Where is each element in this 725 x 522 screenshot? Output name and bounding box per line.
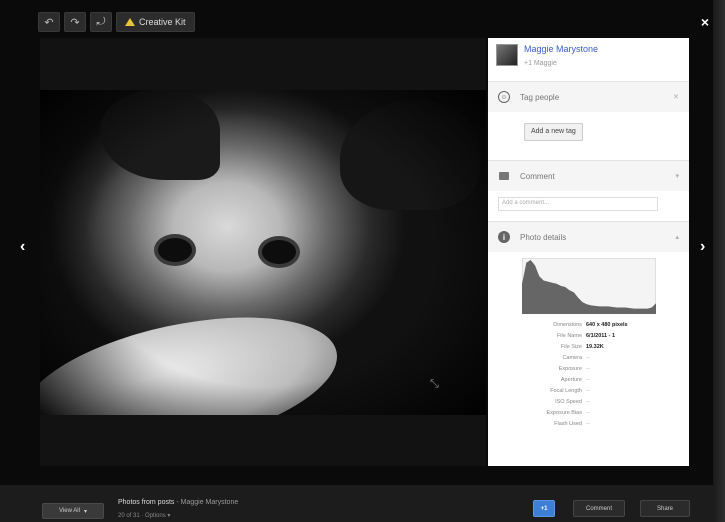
view-all-label: View All (59, 508, 80, 514)
album-owner[interactable]: Maggie Marystone (181, 499, 239, 506)
comment-section: Comment ▾ Add a comment... (488, 161, 689, 222)
detail-row: Camera -- (488, 353, 689, 364)
rotate-icon: ⤾ (96, 15, 106, 28)
redo-button[interactable]: ↷ (64, 12, 86, 32)
comment-icon (498, 170, 510, 182)
creative-kit-icon (125, 18, 135, 26)
frame-edge (713, 0, 725, 522)
detail-value: -- (586, 377, 590, 383)
tag-people-title: Tag people (520, 92, 560, 102)
bottom-bar: View All ▾ Photos from posts - Maggie Ma… (0, 485, 713, 522)
undo-button[interactable]: ↶ (38, 12, 60, 32)
info-panel: Maggie Marystone +1 Maggie ☺ Tag people … (488, 38, 689, 466)
next-photo-icon[interactable]: › (700, 238, 705, 256)
comment-title: Comment (520, 171, 555, 181)
comment-header[interactable]: Comment ▾ (488, 161, 689, 191)
photo-counter[interactable]: 20 of 31 · Options ▾ (118, 512, 170, 519)
previous-photo-icon[interactable]: ‹ (20, 238, 25, 256)
collapse-icon: ▴ (675, 234, 679, 241)
owner-header: Maggie Marystone +1 Maggie (488, 38, 689, 82)
avatar[interactable] (496, 44, 518, 66)
detail-key: ISO Speed (555, 399, 582, 405)
tag-people-header[interactable]: ☺ Tag people ✕ (488, 82, 689, 112)
detail-key: Dimensions (553, 322, 582, 328)
detail-row: Focal Length -- (488, 386, 689, 397)
detail-row: File Size 19.32K (488, 342, 689, 353)
rotate-button[interactable]: ⤾ (90, 12, 112, 32)
photo-toolbar: ↶ ↷ ⤾ Creative Kit (38, 12, 195, 32)
comment-input[interactable]: Add a comment... (498, 197, 658, 211)
expand-icon: ▾ (675, 173, 679, 180)
plus-one-button[interactable]: +1 (533, 500, 555, 517)
detail-value: -- (586, 366, 590, 372)
detail-value: -- (586, 421, 590, 427)
comment-bubble (499, 172, 509, 180)
photo-details-section: i Photo details ▴ Dimensions 640 x 480 pi… (488, 222, 689, 430)
histogram (522, 258, 656, 314)
photo-details-header[interactable]: i Photo details ▴ (488, 222, 689, 252)
detail-row: Flash Used -- (488, 419, 689, 430)
undo-icon: ↶ (44, 16, 54, 29)
close-icon[interactable]: × (701, 14, 709, 30)
owner-plus-one: +1 Maggie (524, 60, 557, 67)
detail-row: Exposure Bias -- (488, 408, 689, 419)
photo-details-list: Dimensions 640 x 480 pixels File Name 6/1/2… (488, 320, 689, 430)
detail-value: 6/1/2011 - 1 (586, 333, 616, 339)
detail-key: File Size (560, 344, 582, 350)
add-tag-button[interactable]: Add a new tag (524, 123, 583, 141)
chevron-down-icon: ▾ (83, 508, 87, 515)
creative-kit-label: Creative Kit (139, 17, 186, 27)
detail-value: 19.32K (586, 344, 604, 350)
owner-name[interactable]: Maggie Marystone (524, 44, 598, 54)
tag-people-body: Add a new tag (488, 112, 689, 160)
detail-value: -- (586, 399, 590, 405)
photo-shape (40, 90, 486, 415)
detail-key: Exposure (558, 366, 582, 372)
fullscreen-icon[interactable]: ⤡ (430, 378, 439, 391)
detail-value: 640 x 480 pixels (586, 322, 628, 328)
detail-value: -- (586, 388, 590, 394)
person-icon: ☺ (498, 91, 510, 103)
detail-row: Exposure -- (488, 364, 689, 375)
detail-key: Camera (562, 355, 582, 361)
collapse-icon: ✕ (673, 94, 679, 101)
view-all-button[interactable]: View All ▾ (42, 503, 104, 519)
album-title: Photos from posts - Maggie Marystone (118, 499, 238, 506)
album-link[interactable]: Photos from posts (118, 499, 174, 506)
detail-key: File Name (556, 333, 582, 339)
creative-kit-button[interactable]: Creative Kit (116, 12, 195, 32)
detail-key: Exposure Bias (546, 410, 582, 416)
detail-value: -- (586, 410, 590, 416)
detail-key: Aperture (560, 377, 582, 383)
info-icon: i (498, 231, 510, 243)
photo-image[interactable] (40, 90, 486, 415)
detail-key: Focal Length (550, 388, 582, 394)
comment-button[interactable]: Comment (573, 500, 625, 517)
share-button[interactable]: Share (640, 500, 690, 517)
redo-icon: ↷ (70, 16, 80, 29)
detail-key: Flash Used (554, 421, 582, 427)
detail-value: -- (586, 355, 590, 361)
detail-row: Aperture -- (488, 375, 689, 386)
detail-row: Dimensions 640 x 480 pixels (488, 320, 689, 331)
tag-people-section: ☺ Tag people ✕ Add a new tag (488, 82, 689, 161)
detail-row: File Name 6/1/2011 - 1 (488, 331, 689, 342)
photo-lightbox: ↶ ↷ ⤾ Creative Kit × ⤡ ‹ › Maggie Maryst… (0, 0, 725, 522)
detail-row: ISO Speed -- (488, 397, 689, 408)
photo-details-title: Photo details (520, 232, 567, 242)
comment-body: Add a comment... (488, 191, 689, 221)
